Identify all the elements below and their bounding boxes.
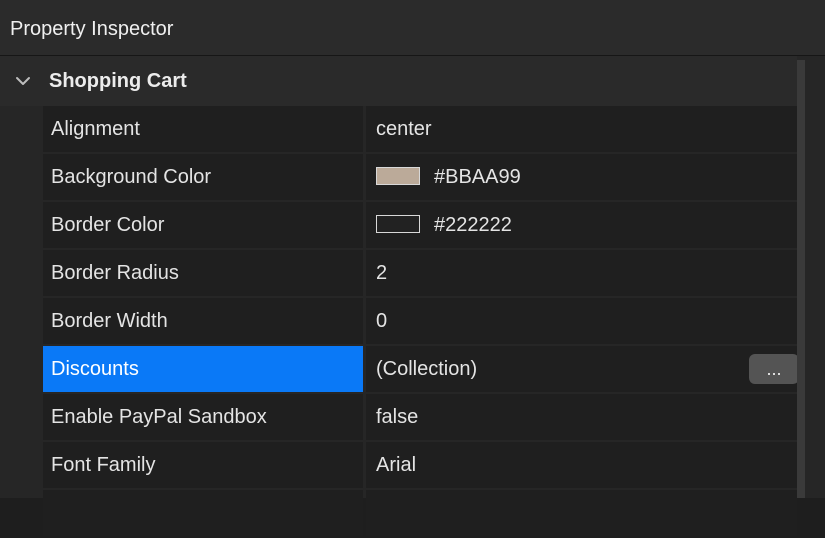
property-row-enable-paypal-sandbox[interactable]: Enable PayPal Sandbox false <box>0 394 797 442</box>
property-value-text: (Collection) <box>376 358 478 380</box>
edit-collection-button[interactable]: ... <box>749 354 797 384</box>
inspector-title-bar: Property Inspector <box>0 0 825 56</box>
property-rows: Alignment center Background Color #BBAA9… <box>0 106 797 538</box>
window-title: Property Inspector <box>10 18 174 40</box>
property-row-border-radius[interactable]: Border Radius 2 <box>0 250 797 298</box>
property-name[interactable]: Background Color <box>43 154 363 200</box>
group-header-shopping-cart[interactable]: Shopping Cart <box>0 56 797 106</box>
property-name[interactable]: Border Width <box>43 298 363 344</box>
property-row-background-color[interactable]: Background Color #BBAA99 <box>0 154 797 202</box>
scrollbar-thumb[interactable] <box>797 60 805 498</box>
property-value[interactable]: Arial <box>366 442 797 488</box>
property-value[interactable]: center <box>366 106 797 152</box>
property-value-text: center <box>376 118 432 140</box>
property-value[interactable] <box>366 490 797 536</box>
property-value-text: 0 <box>376 310 388 332</box>
vertical-scrollbar[interactable] <box>797 60 825 498</box>
property-value-text: false <box>376 406 419 428</box>
color-swatch[interactable] <box>376 166 420 185</box>
property-row-border-color[interactable]: Border Color #222222 <box>0 202 797 250</box>
property-row-partial[interactable] <box>0 490 797 538</box>
chevron-down-icon[interactable] <box>15 73 31 89</box>
property-row-discounts[interactable]: Discounts (Collection) ... <box>0 346 797 394</box>
property-value-text: Arial <box>376 454 417 476</box>
property-name[interactable]: Discounts <box>43 346 363 392</box>
property-value[interactable]: false <box>366 394 797 440</box>
property-name[interactable]: Font Family <box>43 442 363 488</box>
property-name[interactable]: Border Radius <box>43 250 363 296</box>
property-value[interactable]: 2 <box>366 250 797 296</box>
property-value[interactable]: #BBAA99 <box>366 154 797 200</box>
property-panel: Shopping Cart Alignment center Backgroun… <box>0 56 825 536</box>
property-value-text: 2 <box>376 262 388 284</box>
property-name[interactable]: Enable PayPal Sandbox <box>43 394 363 440</box>
property-row-border-width[interactable]: Border Width 0 <box>0 298 797 346</box>
property-name[interactable]: Alignment <box>43 106 363 152</box>
property-value-text: #BBAA99 <box>434 166 521 188</box>
property-value[interactable]: 0 <box>366 298 797 344</box>
property-value[interactable]: (Collection) ... <box>366 346 797 392</box>
property-row-font-family[interactable]: Font Family Arial <box>0 442 797 490</box>
property-name[interactable]: Border Color <box>43 202 363 248</box>
group-title: Shopping Cart <box>49 70 187 92</box>
property-value-text: #222222 <box>434 214 512 236</box>
property-row-alignment[interactable]: Alignment center <box>0 106 797 154</box>
property-value[interactable]: #222222 <box>366 202 797 248</box>
property-name[interactable] <box>43 490 363 536</box>
color-swatch[interactable] <box>376 214 420 233</box>
